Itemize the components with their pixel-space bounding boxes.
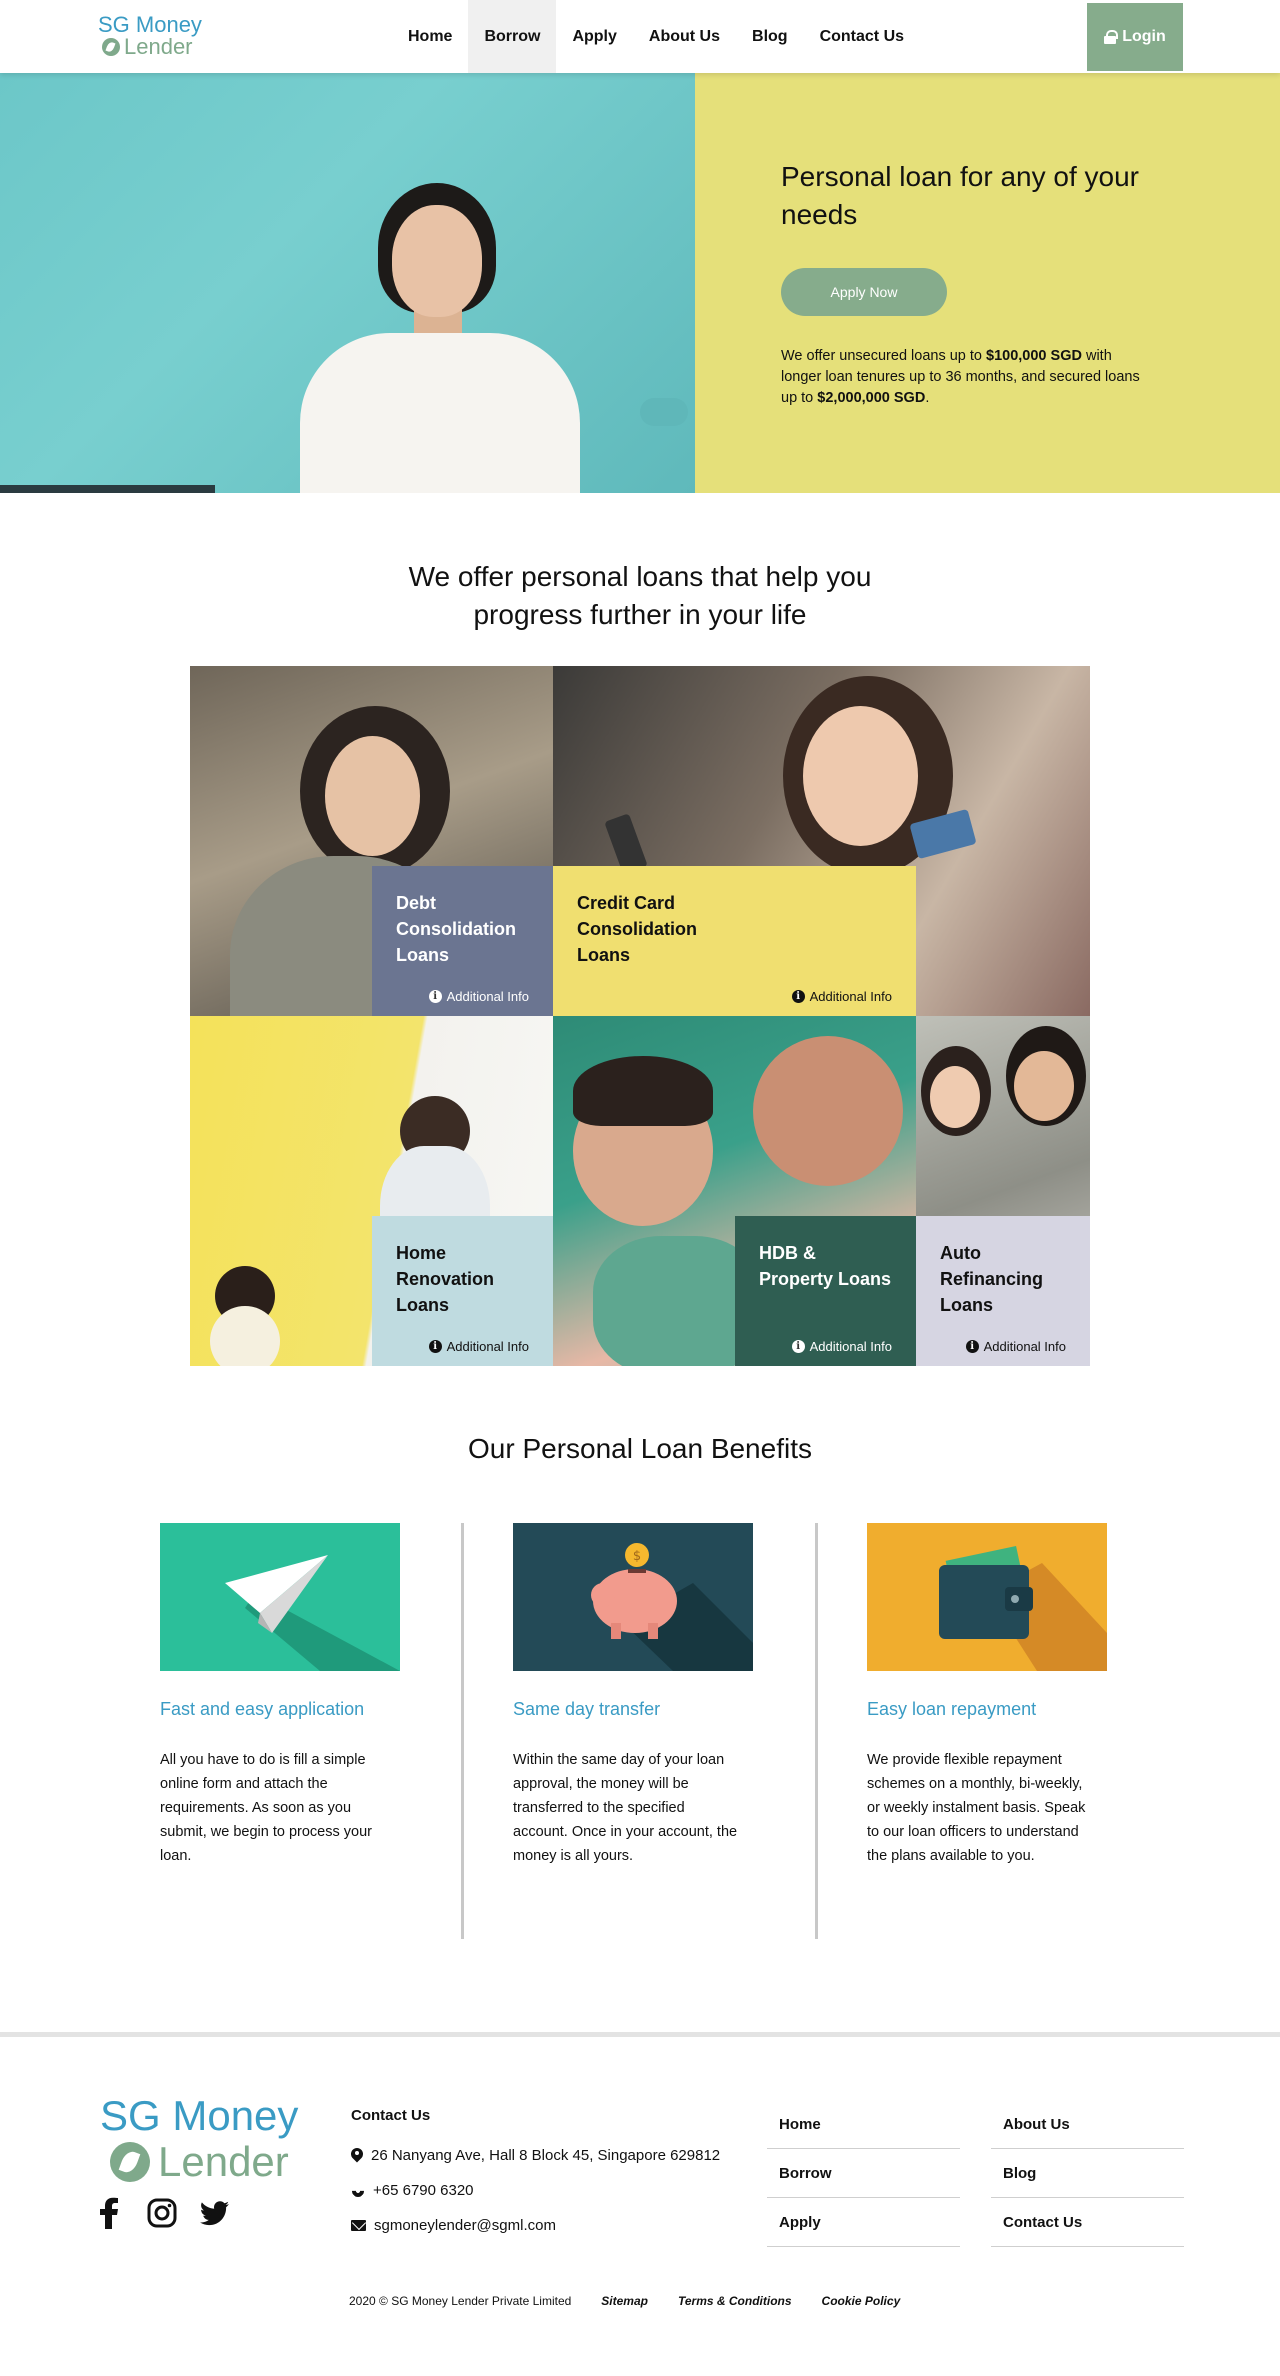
nav-apply[interactable]: Apply [556,0,632,73]
social-links [94,2197,230,2229]
nav-about-us[interactable]: About Us [633,0,736,73]
logo-text-line2: Lender [124,34,193,59]
logo-text-line1: SG Money [98,12,202,37]
lock-icon [1104,30,1119,44]
hero-description: We offer unsecured loans up to $100,000 … [781,348,1140,406]
footer-link-borrow[interactable]: Borrow [767,2149,960,2198]
leaf-icon [102,38,120,56]
benefit-text: All you have to do is fill a simple onli… [160,1752,372,1864]
loan-types-grid: Debt Consolidation Loans i Additional Inf… [190,666,1090,1366]
contact-address: 26 Nanyang Ave, Hall 8 Block 45, Singapo… [351,2138,751,2173]
footer-link-about-us[interactable]: About Us [991,2100,1184,2149]
site-header: SG Money Lender Home Borrow Apply About … [0,0,1280,73]
card-title: Home Renovation Loans [396,1243,495,1315]
additional-info-link[interactable]: i Additional Info [428,989,529,1004]
wallet-icon [867,1523,1107,1671]
hero-banner: Personal loan for any of your needs Appl… [0,73,1280,493]
hero-panel: Personal loan for any of your needs Appl… [695,73,1280,493]
envelope-icon [351,2220,366,2231]
svg-text:$: $ [633,1549,641,1564]
card-title: Credit Card Consolidation Loans [577,893,697,965]
contact-heading: Contact Us [351,2107,431,2124]
benefit-fast-application: Fast and easy application All you have t… [160,1523,400,1868]
card-title: Debt Consolidation Loans [396,893,516,965]
benefit-easy-repayment: Easy loan repayment We provide flexible … [867,1523,1107,1868]
nav-contact-us[interactable]: Contact Us [804,0,920,73]
apply-now-button[interactable]: Apply Now [781,268,947,316]
loans-section-title: We offer personal loans that help you pr… [408,561,872,630]
copyright-text: 2020 © SG Money Lender Private Limited [349,2294,572,2308]
sitemap-link[interactable]: Sitemap [601,2294,648,2308]
phone-icon [351,2184,365,2198]
card-hdb-property[interactable]: HDB & Property Loans i Additional Info [735,1216,916,1366]
paper-plane-icon [160,1523,400,1671]
map-pin-icon [351,2148,363,2163]
card-credit-card-consolidation[interactable]: Credit Card Consolidation Loans i Additio… [553,866,916,1016]
footer-contact: Contact Us 26 Nanyang Ave, Hall 8 Block … [351,2107,751,2243]
benefit-same-day-transfer: $ Same day transfer Within the same day … [513,1523,753,1868]
nav-borrow[interactable]: Borrow [468,0,557,73]
benefit-text: We provide flexible repayment schemes on… [867,1752,1086,1864]
info-icon: i [428,1340,442,1353]
benefit-text: Within the same day of your loan approva… [513,1752,738,1864]
footer-separator [0,2032,1280,2037]
contact-email[interactable]: sgmoneylender@sgml.com [351,2208,751,2243]
footer-logo[interactable]: SG Money Lender [100,2093,320,2185]
terms-link[interactable]: Terms & Conditions [678,2294,792,2308]
card-auto-refinancing[interactable]: Auto Refinancing Loans i Additional Info [916,1216,1090,1366]
card-debt-consolidation[interactable]: Debt Consolidation Loans i Additional Inf… [372,866,553,1016]
additional-info-link[interactable]: i Additional Info [965,1339,1066,1354]
hero-photo-woman [0,73,695,493]
site-logo[interactable]: SG Money Lender [98,14,208,58]
divider [815,1523,818,1939]
card-title: HDB & Property Loans [759,1243,892,1289]
card-home-renovation[interactable]: Home Renovation Loans i Additional Info [372,1216,553,1366]
footer-links-col2: About Us Blog Contact Us [991,2100,1184,2247]
divider [461,1523,464,1939]
instagram-icon[interactable] [146,2197,178,2229]
main-nav: Home Borrow Apply About Us Blog Contact … [392,0,920,73]
benefit-title: Same day transfer [513,1699,661,1719]
nav-home[interactable]: Home [392,0,468,73]
additional-info-link[interactable]: i Additional Info [791,989,892,1004]
nav-blog[interactable]: Blog [736,0,804,73]
piggy-bank-icon: $ [513,1523,753,1671]
twitter-icon[interactable] [198,2197,230,2229]
cookie-policy-link[interactable]: Cookie Policy [822,2294,901,2308]
facebook-icon[interactable] [94,2197,126,2229]
additional-info-link[interactable]: i Additional Info [428,1339,529,1354]
footer-link-contact-us[interactable]: Contact Us [991,2198,1184,2247]
footer-link-home[interactable]: Home [767,2100,960,2149]
benefits-title: Our Personal Loan Benefits [468,1433,812,1464]
info-icon: i [791,1340,805,1353]
footer-links-col1: Home Borrow Apply [767,2100,960,2247]
login-button[interactable]: Login [1087,3,1183,71]
info-icon: i [791,990,805,1003]
contact-phone[interactable]: +65 6790 6320 [351,2173,751,2208]
leaf-icon [110,2142,150,2182]
hero-title: Personal loan for any of your needs [781,161,1139,230]
benefit-title: Fast and easy application [160,1699,365,1719]
benefit-title: Easy loan repayment [867,1699,1037,1719]
footer-link-blog[interactable]: Blog [991,2149,1184,2198]
additional-info-link[interactable]: i Additional Info [791,1339,892,1354]
footer-link-apply[interactable]: Apply [767,2198,960,2247]
info-icon: i [965,1340,979,1353]
info-icon: i [428,990,442,1003]
footer-bottom-bar: 2020 © SG Money Lender Private Limited S… [349,2294,900,2308]
card-title: Auto Refinancing Loans [940,1243,1044,1315]
login-label: Login [1122,28,1166,45]
